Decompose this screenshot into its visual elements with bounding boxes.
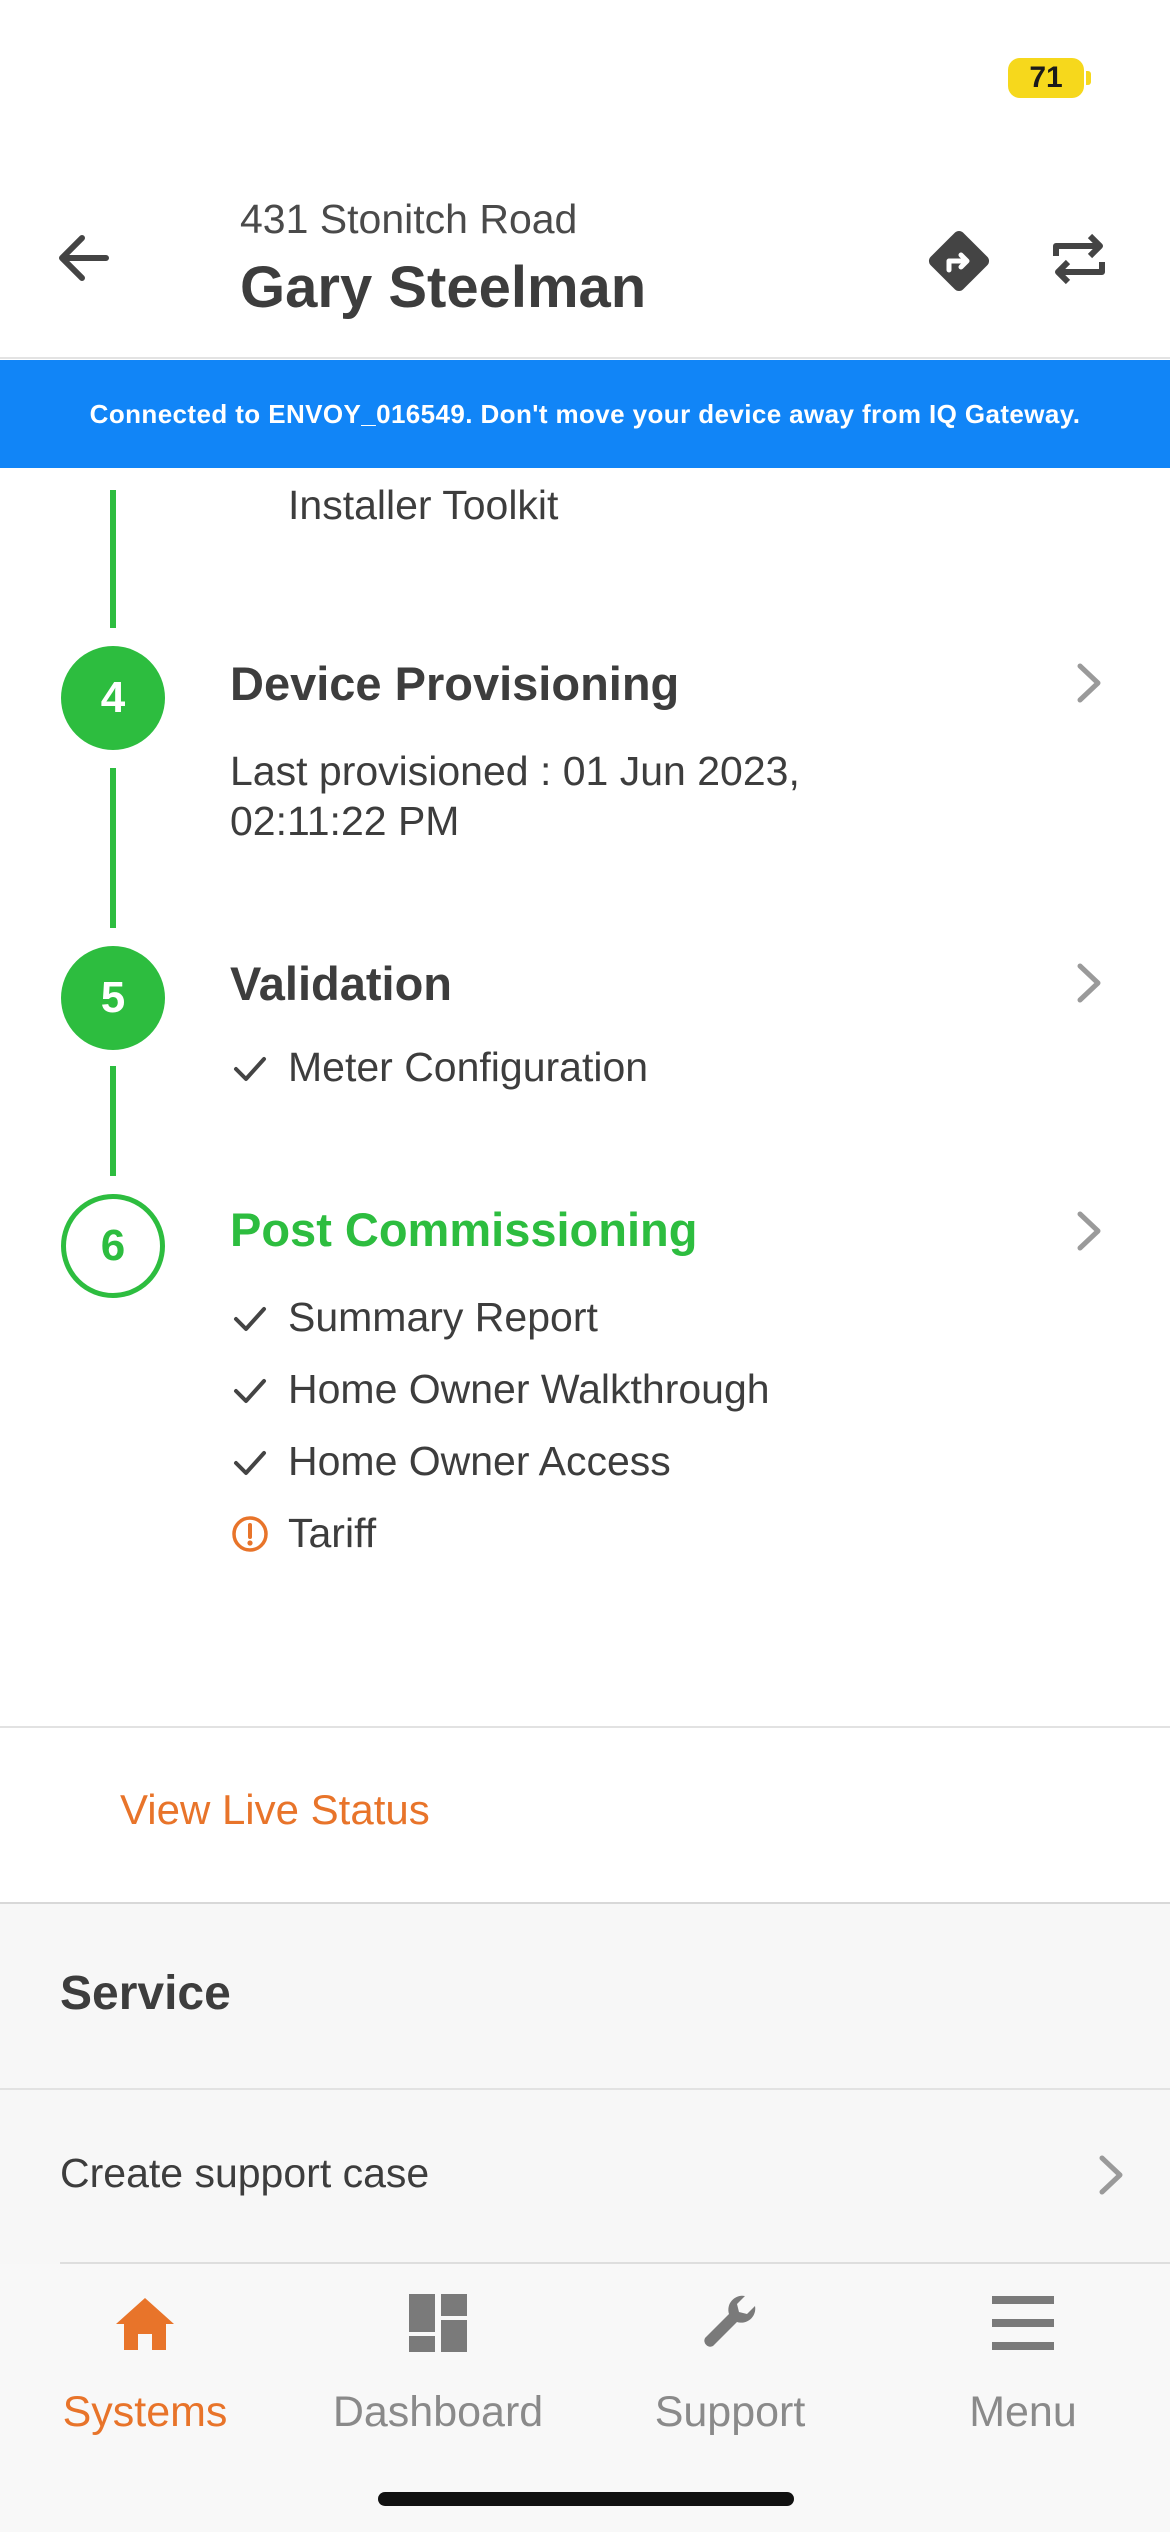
tab-systems[interactable]: Systems (15, 2288, 275, 2437)
step-title-device-provisioning[interactable]: Device Provisioning (230, 656, 679, 711)
check-icon (230, 1048, 270, 1088)
system-address: 431 Stonitch Road (240, 196, 578, 242)
checklist-item-label: Summary Report (288, 1294, 598, 1340)
tab-menu[interactable]: Menu (893, 2288, 1153, 2437)
timeline-connector (110, 768, 116, 928)
checklist-item: Tariff (230, 1510, 376, 1557)
home-icon (110, 2288, 180, 2358)
checklist-item: Summary Report (230, 1294, 598, 1341)
route-icon[interactable] (924, 226, 994, 296)
checklist-item-label: Meter Configuration (288, 1044, 649, 1090)
previous-step-label: Installer Toolkit (288, 482, 559, 528)
timeline-connector (110, 490, 116, 628)
step-number: 5 (100, 973, 126, 1022)
create-support-case-link[interactable]: Create support case (60, 2150, 429, 2197)
warning-icon (230, 1514, 270, 1554)
switch-system-icon[interactable] (1046, 226, 1112, 292)
step-number-badge: 4 (61, 646, 165, 750)
tab-label: Dashboard (332, 2388, 544, 2436)
tab-label: Systems (62, 2388, 228, 2436)
step-number-badge: 5 (61, 946, 165, 1050)
chevron-right-icon[interactable] (1068, 1208, 1108, 1254)
tab-dashboard[interactable]: Dashboard (308, 2288, 568, 2437)
step-number: 4 (100, 673, 126, 722)
chevron-right-icon[interactable] (1068, 960, 1108, 1006)
check-icon (230, 1298, 270, 1338)
checklist-item: Home Owner Access (230, 1438, 671, 1485)
step-title-post-commissioning[interactable]: Post Commissioning (230, 1202, 697, 1257)
home-indicator (378, 2492, 794, 2506)
checklist-item: Home Owner Walkthrough (230, 1366, 770, 1413)
wrench-icon (695, 2288, 765, 2358)
checklist-item-label: Home Owner Walkthrough (288, 1366, 770, 1412)
service-heading: Service (60, 1967, 231, 2020)
connection-banner: Connected to ENVOY_016549. Don't move yo… (0, 360, 1170, 468)
last-provisioned-line2: 02:11:22 PM (230, 798, 460, 844)
chevron-right-icon[interactable] (1090, 2152, 1130, 2198)
tab-support[interactable]: Support (600, 2288, 860, 2437)
chevron-right-icon[interactable] (1068, 660, 1108, 706)
check-icon (230, 1442, 270, 1482)
battery-indicator: 71 (1008, 58, 1084, 98)
checklist-item-label: Home Owner Access (288, 1438, 671, 1484)
battery-cap (1086, 71, 1091, 85)
system-owner-name: Gary Steelman (240, 255, 647, 320)
previous-step-item: Installer Toolkit (230, 480, 558, 530)
step-title-validation[interactable]: Validation (230, 956, 452, 1011)
service-section (0, 1904, 1170, 2264)
header-divider (0, 357, 1170, 359)
dashboard-icon (403, 2288, 473, 2358)
view-live-status-link[interactable]: View Live Status (120, 1786, 430, 1834)
step-number: 6 (100, 1221, 126, 1270)
battery-level: 71 (1029, 61, 1063, 94)
step-number-badge: 6 (61, 1194, 165, 1298)
tab-label: Support (654, 2388, 806, 2436)
section-divider (0, 2088, 1170, 2090)
connection-banner-text: Connected to ENVOY_016549. Don't move yo… (89, 398, 1081, 429)
section-divider (0, 1726, 1170, 1728)
check-icon (230, 1370, 270, 1410)
timeline-connector (110, 1066, 116, 1176)
tab-bar-divider (60, 2262, 1170, 2264)
checklist-item: Meter Configuration (230, 1044, 648, 1091)
back-arrow-icon[interactable] (52, 226, 116, 290)
menu-icon (988, 2288, 1058, 2358)
last-provisioned-line1: Last provisioned : 01 Jun 2023, (230, 748, 800, 794)
checklist-item-label: Tariff (288, 1510, 377, 1556)
tab-label: Menu (969, 2388, 1077, 2436)
